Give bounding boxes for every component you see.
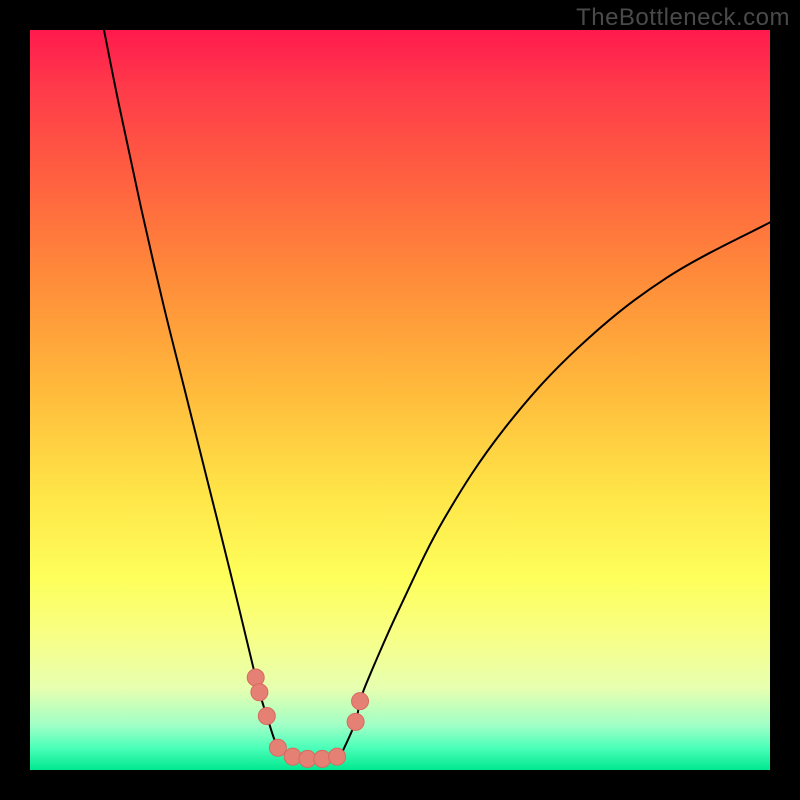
data-marker xyxy=(352,693,369,710)
data-marker xyxy=(247,669,264,686)
chart-svg xyxy=(30,30,770,770)
data-marker xyxy=(269,739,286,756)
data-marker xyxy=(284,748,301,765)
outer-frame: TheBottleneck.com xyxy=(0,0,800,800)
data-marker xyxy=(258,707,275,724)
watermark-text: TheBottleneck.com xyxy=(576,4,790,32)
curve-layer xyxy=(104,30,770,759)
data-marker xyxy=(347,713,364,730)
curve-right-branch xyxy=(341,222,770,755)
plot-area xyxy=(30,30,770,770)
marker-layer xyxy=(247,669,368,767)
data-marker xyxy=(314,750,331,767)
data-marker xyxy=(251,684,268,701)
data-marker xyxy=(329,748,346,765)
curve-left-branch xyxy=(104,30,289,755)
